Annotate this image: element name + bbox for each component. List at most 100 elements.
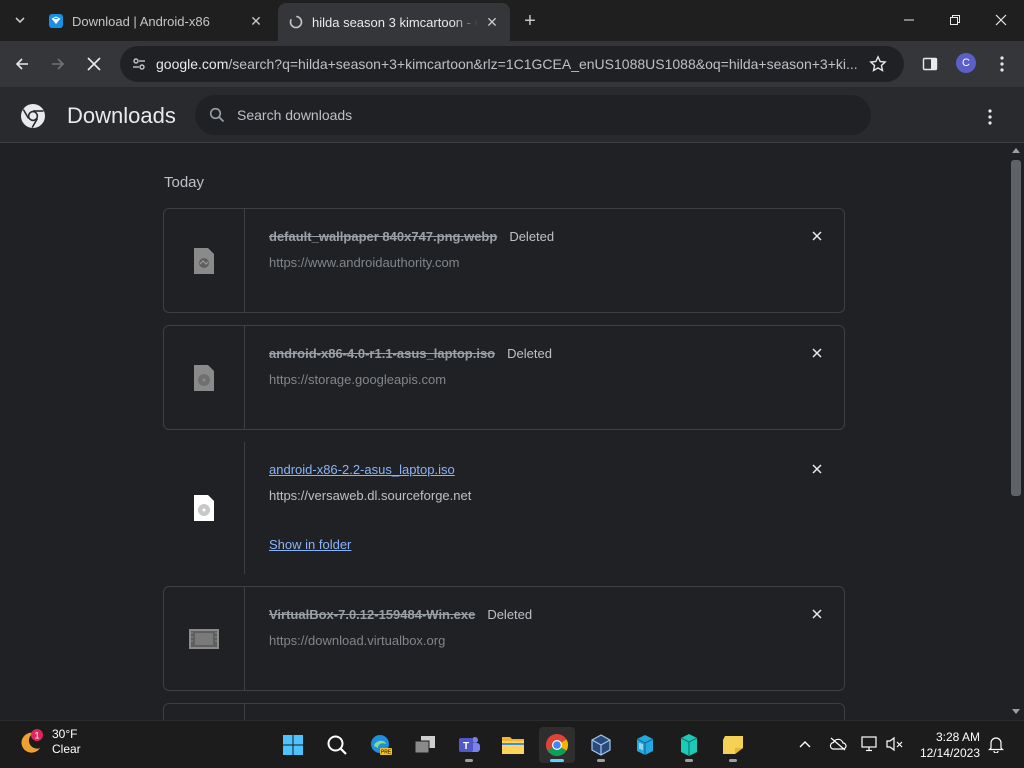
taskbar-teams[interactable]: T [451,727,487,763]
file-icon-cell [164,442,245,574]
new-tab-button[interactable]: + [518,9,542,33]
show-hidden-icons-button[interactable] [794,733,816,755]
running-indicator [550,759,564,762]
site-info-icon[interactable] [124,56,154,72]
minimize-button[interactable] [886,0,932,40]
url-text[interactable]: google.com/search?q=hilda+season+3+kimca… [156,56,862,72]
download-source-url[interactable]: https://download.virtualbox.org [269,633,445,648]
file-icon-cell [164,704,245,720]
bell-icon [988,737,1004,753]
stop-loading-button[interactable] [80,50,108,78]
weather-condition: Clear [52,742,81,756]
taskbar-app-teal-box[interactable] [671,727,707,763]
filename-text: default_wallpaper 840x747.png.webp [269,229,498,244]
taskbar-app-blue-cube[interactable] [627,727,663,763]
file-icon-cell [164,209,245,312]
taskbar-chrome[interactable] [539,727,575,763]
file-icon-cell [164,587,245,690]
close-window-button[interactable] [978,0,1024,40]
arrow-left-icon [15,58,28,70]
monitor-icon [861,736,877,752]
weather-widget[interactable]: 1 30°F Clear [18,727,81,757]
sticky-notes-icon [723,736,743,754]
download-status: Deleted [509,229,555,244]
image-file-icon [194,247,214,274]
close-icon [995,14,1007,26]
download-item: VirtualBox-7.0.12-159484-Win.exe Deleted … [163,586,845,691]
search-downloads-box[interactable] [195,95,871,135]
windows-start-icon [283,735,303,755]
tab-search-button[interactable] [9,9,31,31]
download-filename[interactable]: VirtualBox-7.0.12-159484-Win.exe Deleted [269,607,532,622]
close-icon [812,231,822,241]
side-panel-icon [922,57,938,71]
svg-text:T: T [463,741,469,752]
download-source-url[interactable]: https://storage.googleapis.com [269,372,446,387]
vertical-scrollbar[interactable] [1008,144,1024,720]
download-status: Deleted [507,346,552,361]
edge-beta-icon: PRE [371,735,392,756]
remove-download-button[interactable] [808,227,826,245]
search-downloads-input[interactable] [237,107,871,123]
svg-text:PRE: PRE [381,750,392,756]
system-clock[interactable]: 3:28 AM 12/14/2023 [916,729,980,761]
tab-title: Download | Android-x86 [72,13,210,29]
chrome-icon [546,734,568,756]
tray-display[interactable] [859,733,881,755]
download-filename[interactable]: default_wallpaper 840x747.png.webp Delete… [269,229,554,244]
google-icon [288,14,304,30]
tab-android-x86[interactable]: Download | Android-x86 ✕ [38,5,274,37]
profile-avatar[interactable]: C [956,53,976,73]
download-filename[interactable]: android-x86-4.0-r1.1-asus_laptop.iso Dele… [269,346,552,361]
filename-text: android-x86-4.0-r1.1-asus_laptop.iso [269,346,496,361]
address-bar[interactable]: google.com/search?q=hilda+season+3+kimca… [120,46,904,82]
running-indicator [685,759,693,762]
url-host: google.com [156,56,229,72]
start-button[interactable] [275,727,311,763]
restore-button[interactable] [932,0,978,40]
tray-network-disconnected[interactable] [827,733,849,755]
remove-download-button[interactable] [808,344,826,362]
taskbar-edge-beta[interactable]: PRE [363,727,399,763]
disc-image-file-icon [194,364,214,391]
task-view-icon [414,736,435,754]
download-filename-link[interactable]: android-x86-2.2-asus_laptop.iso [269,462,455,477]
tab-google-search[interactable]: hilda season 3 kimcartoon - Google Searc… [278,3,510,41]
side-panel-button[interactable] [916,50,944,78]
close-icon [812,464,822,474]
blue-cube-app-icon [636,735,654,755]
downloads-header: Downloads [0,87,1024,143]
show-in-folder-link[interactable]: Show in folder [269,537,351,552]
downloads-menu-button[interactable] [978,105,1002,129]
remove-download-button[interactable] [808,460,826,478]
forward-button[interactable] [44,50,72,78]
chrome-menu-button[interactable] [988,50,1016,78]
remove-download-button[interactable] [808,605,826,623]
stop-icon [87,57,101,71]
teams-icon: T [459,737,480,752]
tab-close-icon[interactable]: ✕ [484,14,500,30]
tray-volume-muted[interactable] [884,733,906,755]
taskbar-search-button[interactable] [319,727,355,763]
download-source-url[interactable]: https://www.androidauthority.com [269,255,460,270]
chevron-up-icon [799,741,811,748]
taskbar-task-view[interactable] [407,727,443,763]
windows-taskbar: 1 30°F Clear PRE T 3:28 AM 12/14/2023 [0,720,1024,768]
running-indicator [729,759,737,762]
taskbar-virtualbox[interactable] [583,727,619,763]
scroll-up-arrow[interactable] [1012,148,1020,153]
scroll-down-arrow[interactable] [1012,709,1020,714]
bookmark-star-icon[interactable] [862,55,894,73]
speaker-muted-icon [886,736,903,752]
taskbar-sticky-notes[interactable] [715,727,751,763]
back-button[interactable] [8,50,36,78]
download-source-url[interactable]: https://versaweb.dl.sourceforge.net [269,488,471,503]
notifications-button[interactable] [985,733,1007,755]
restore-icon [950,15,960,25]
weather-badge: 1 [34,731,39,741]
scroll-thumb[interactable] [1011,160,1021,496]
minimize-icon [904,19,914,21]
download-item: android-x86-2.2-asus_laptop.iso https://… [163,441,845,575]
taskbar-file-explorer[interactable] [495,727,531,763]
tab-close-icon[interactable]: ✕ [248,13,264,29]
